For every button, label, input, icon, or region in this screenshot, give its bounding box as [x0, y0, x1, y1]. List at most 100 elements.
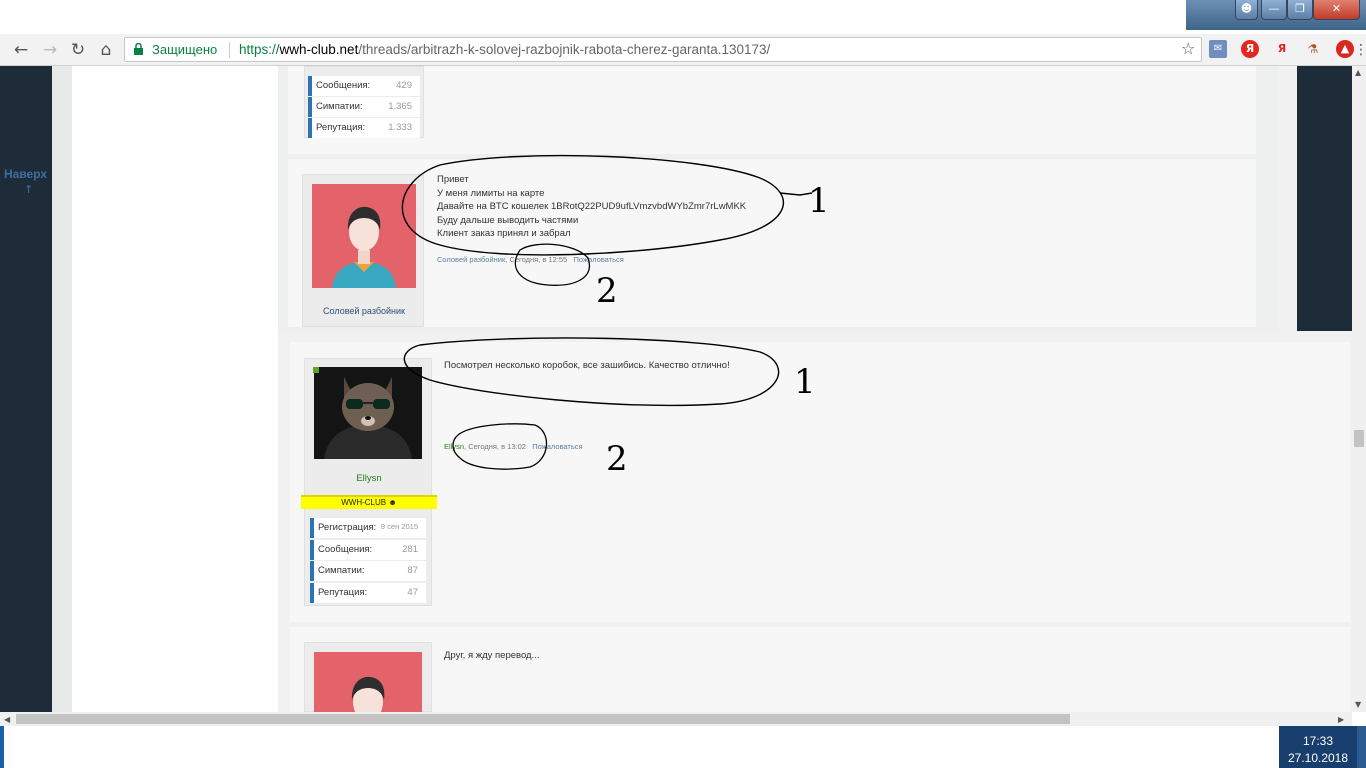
maximize-button[interactable]: ❐: [1287, 0, 1313, 20]
avatar[interactable]: [312, 184, 416, 288]
user-info-box: Сообщения: 429 Симпатии: 1.365 Репутация…: [304, 66, 424, 138]
back-button[interactable]: ←: [10, 39, 32, 61]
raccoon-avatar-icon: [314, 367, 422, 459]
show-desktop-button[interactable]: [1357, 726, 1366, 768]
bicycle-extension-icon[interactable]: ⚗: [1302, 40, 1324, 58]
stat-row: Репутация: 47: [310, 583, 426, 603]
stat-label: Регистрация:: [318, 522, 377, 533]
group-icon: ☻: [388, 498, 397, 507]
yandex-extension-icon[interactable]: Я: [1241, 40, 1259, 58]
message-body: Посмотрел несколько коробок, все зашибис…: [444, 360, 730, 371]
secure-label: Защищено: [152, 42, 218, 57]
profile-button[interactable]: ☻: [1235, 0, 1258, 20]
taskbar: 17:33 27.10.2018: [0, 726, 1366, 768]
url-path: /threads/arbitrazh-k-solovej-razbojnik-r…: [358, 42, 771, 57]
stat-value: 281: [402, 544, 418, 555]
minimize-button[interactable]: —: [1261, 0, 1287, 20]
message-line: Давайте на BTC кошелек 1BRotQ22PUD9ufLVm…: [437, 201, 747, 212]
meta-time[interactable]: Сегодня, в 13:02: [468, 442, 526, 451]
reload-button[interactable]: ↻: [67, 39, 89, 61]
bookmark-star-icon[interactable]: ☆: [1181, 39, 1195, 58]
post-third: Друг, я жду перевод...: [290, 627, 1350, 712]
window-title-bar: ☻ — ❐ ✕: [0, 0, 1366, 34]
content-margin: [72, 66, 278, 712]
user-info-box: [304, 642, 432, 712]
message-line: Привет: [437, 174, 469, 185]
stat-value: 87: [407, 565, 418, 576]
address-bar[interactable]: Защищено https://wwh-club.net/threads/ar…: [124, 37, 1202, 62]
user-avatar-icon: [332, 206, 396, 288]
system-clock[interactable]: 17:33 27.10.2018: [1279, 726, 1357, 768]
stat-label: Сообщения:: [316, 80, 371, 91]
post-solovey: Соловей разбойник Привет У меня лимиты н…: [288, 159, 1256, 327]
scroll-down-arrow-icon[interactable]: ▼: [1355, 700, 1361, 709]
message-body: Друг, я жду перевод...: [444, 650, 540, 661]
stat-value: 9 сен 2015: [380, 522, 418, 531]
yandex-search-extension-icon[interactable]: Я: [1273, 40, 1291, 58]
forward-button[interactable]: →: [39, 39, 61, 61]
url-host: wwh-club.net: [279, 42, 359, 57]
post-previous: Сообщения: 429 Симпатии: 1.365 Репутация…: [288, 66, 1256, 154]
user-info-box: Соловей разбойник: [302, 174, 424, 327]
horizontal-scroll-thumb[interactable]: [16, 714, 1070, 724]
page-viewport: Наверх ↑ Сообщения: 429 Симпатии: 1.365 …: [0, 66, 1352, 712]
stat-label: Симпатии:: [316, 101, 363, 112]
scroll-left-arrow-icon[interactable]: ◀: [4, 715, 10, 724]
stat-row: Симпатии: 87: [310, 561, 426, 581]
post-ellysn: Ellysn WWH-CLUB ☻ Регистрация: 9 сен 201…: [290, 342, 1350, 622]
avatar[interactable]: [314, 652, 422, 712]
meta-author[interactable]: Соловей разбойник: [437, 255, 505, 264]
vertical-scrollbar[interactable]: ▲ ▼: [1352, 66, 1366, 712]
close-button[interactable]: ✕: [1313, 0, 1360, 20]
post-divider: [288, 327, 1256, 331]
username[interactable]: Соловей разбойник: [303, 306, 425, 316]
stat-label: Сообщения:: [318, 544, 373, 555]
left-sidebar: Наверх ↑: [0, 66, 52, 712]
back-to-top-arrow-icon[interactable]: ↑: [24, 183, 33, 196]
stat-label: Репутация:: [318, 587, 368, 598]
stat-row: Симпатии: 1.365: [308, 97, 420, 117]
post-meta: Соловей разбойник, Сегодня, в 12:55 Пожа…: [437, 255, 624, 264]
url-scheme: https://: [239, 42, 280, 57]
online-indicator: [313, 367, 319, 373]
taskbar-edge: [0, 726, 4, 768]
user-avatar-icon: [351, 676, 385, 712]
meta-time[interactable]: Сегодня, в 12:55: [509, 255, 567, 264]
sidebar-gutter: [52, 66, 72, 712]
avatar[interactable]: [314, 367, 422, 459]
message-line: Буду дальше выводить частями: [437, 214, 579, 226]
right-sidebar: [1297, 66, 1352, 331]
browser-toolbar: ← → ↻ ⌂ Защищено https://wwh-club.net/th…: [0, 34, 1366, 66]
message-line: Клиент заказ принял и забрал: [437, 228, 571, 239]
scroll-up-arrow-icon[interactable]: ▲: [1355, 68, 1361, 77]
browser-menu-icon[interactable]: ⋮: [1354, 42, 1366, 58]
report-link[interactable]: Пожаловаться: [573, 255, 623, 264]
username[interactable]: Ellysn: [305, 473, 433, 484]
clock-date: 27.10.2018: [1287, 751, 1349, 765]
stat-row: Сообщения: 429: [308, 76, 420, 96]
vertical-scroll-thumb[interactable]: [1354, 430, 1364, 447]
scroll-right-arrow-icon[interactable]: ▶: [1338, 715, 1344, 724]
mail-extension-icon[interactable]: ✉: [1209, 40, 1227, 58]
message-line: У меня лимиты на карте: [437, 187, 545, 199]
back-to-top-link[interactable]: Наверх: [4, 167, 47, 181]
lock-icon: [134, 43, 143, 55]
stat-row: Регистрация: 9 сен 2015: [310, 518, 426, 538]
meta-author[interactable]: Ellysn: [444, 442, 464, 451]
user-group-badge: WWH-CLUB ☻: [301, 495, 437, 509]
stat-value: 1.365: [388, 101, 412, 112]
stat-row: Сообщения: 281: [310, 540, 426, 560]
home-button[interactable]: ⌂: [95, 39, 117, 61]
stat-value: 429: [396, 80, 412, 91]
stat-value: 1.333: [388, 122, 412, 133]
stat-label: Репутация:: [316, 122, 366, 133]
report-link[interactable]: Пожаловаться: [532, 442, 582, 451]
upload-extension-icon[interactable]: ▲: [1336, 40, 1354, 58]
horizontal-scrollbar[interactable]: ◀ ▶: [0, 712, 1352, 726]
clock-time: 17:33: [1302, 734, 1334, 748]
message-body: Привет У меня лимиты на карте Давайте на…: [437, 173, 937, 241]
stat-row: Репутация: 1.333: [308, 118, 420, 138]
url-text[interactable]: https://wwh-club.net/threads/arbitrazh-k…: [239, 42, 770, 57]
stat-label: Симпатии:: [318, 565, 365, 576]
omnibox-divider: [229, 42, 230, 58]
